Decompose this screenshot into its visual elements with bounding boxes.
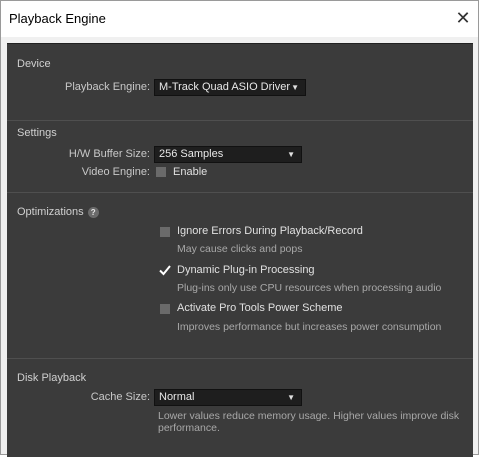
cache-size-value: Normal — [159, 391, 195, 403]
chevron-down-icon: ▼ — [287, 393, 295, 402]
chevron-down-icon: ▼ — [291, 83, 299, 92]
power-scheme-description: Improves performance but increases power… — [177, 321, 442, 333]
dynamic-plugin-label: Dynamic Plug-in Processing — [177, 264, 315, 276]
disk-playback-section: Disk Playback Cache Size: Normal ▼ Lower… — [7, 358, 473, 457]
chevron-down-icon: ▼ — [287, 150, 295, 159]
optimizations-section: Optimizations? Ignore Errors During Play… — [7, 192, 473, 358]
buffer-size-label: H/W Buffer Size: — [68, 148, 150, 160]
ignore-errors-label: Ignore Errors During Playback/Record — [177, 225, 363, 237]
title-bar: Playback Engine ✕ — [1, 1, 478, 37]
optimizations-header-label: Optimizations — [17, 206, 84, 218]
dynamic-plugin-description: Plug-ins only use CPU resources when pro… — [177, 282, 442, 294]
cache-size-dropdown[interactable]: Normal ▼ — [154, 389, 302, 406]
dialog-title: Playback Engine — [9, 11, 106, 26]
power-scheme-label: Activate Pro Tools Power Scheme — [177, 302, 343, 314]
settings-header: Settings — [17, 127, 57, 139]
video-engine-option-label: Enable — [173, 166, 208, 178]
playback-engine-label: Playback Engine: — [65, 81, 150, 93]
help-icon[interactable]: ? — [87, 207, 99, 218]
device-section: Device Playback Engine: M-Track Quad ASI… — [7, 44, 473, 120]
ignore-errors-description: May cause clicks and pops — [177, 243, 303, 255]
dialog-body: Device Playback Engine: M-Track Quad ASI… — [7, 43, 473, 457]
dynamic-plugin-checkbox[interactable] — [158, 263, 172, 277]
close-icon[interactable]: ✕ — [452, 7, 474, 29]
video-engine-label: Video Engine: — [81, 166, 150, 178]
buffer-size-value: 256 Samples — [159, 148, 224, 160]
settings-section: Settings H/W Buffer Size: 256 Samples ▼ … — [7, 120, 473, 192]
power-scheme-checkbox[interactable] — [160, 304, 170, 314]
video-engine-checkbox[interactable] — [156, 167, 166, 177]
cache-size-note-line1: Lower values reduce memory usage. Higher… — [158, 410, 460, 422]
optimizations-header: Optimizations? — [17, 206, 99, 218]
playback-engine-dropdown[interactable]: M-Track Quad ASIO Driver ▼ — [154, 79, 306, 96]
buffer-size-dropdown[interactable]: 256 Samples ▼ — [154, 146, 302, 163]
cache-size-note-line2: performance. — [158, 422, 220, 434]
playback-engine-value: M-Track Quad ASIO Driver — [159, 81, 291, 93]
cache-size-label: Cache Size: — [90, 391, 150, 403]
ignore-errors-checkbox[interactable] — [160, 227, 170, 237]
disk-playback-header: Disk Playback — [17, 372, 87, 384]
playback-engine-dialog: Playback Engine ✕ Device Playback Engine… — [0, 0, 479, 457]
device-header: Device — [17, 58, 51, 70]
